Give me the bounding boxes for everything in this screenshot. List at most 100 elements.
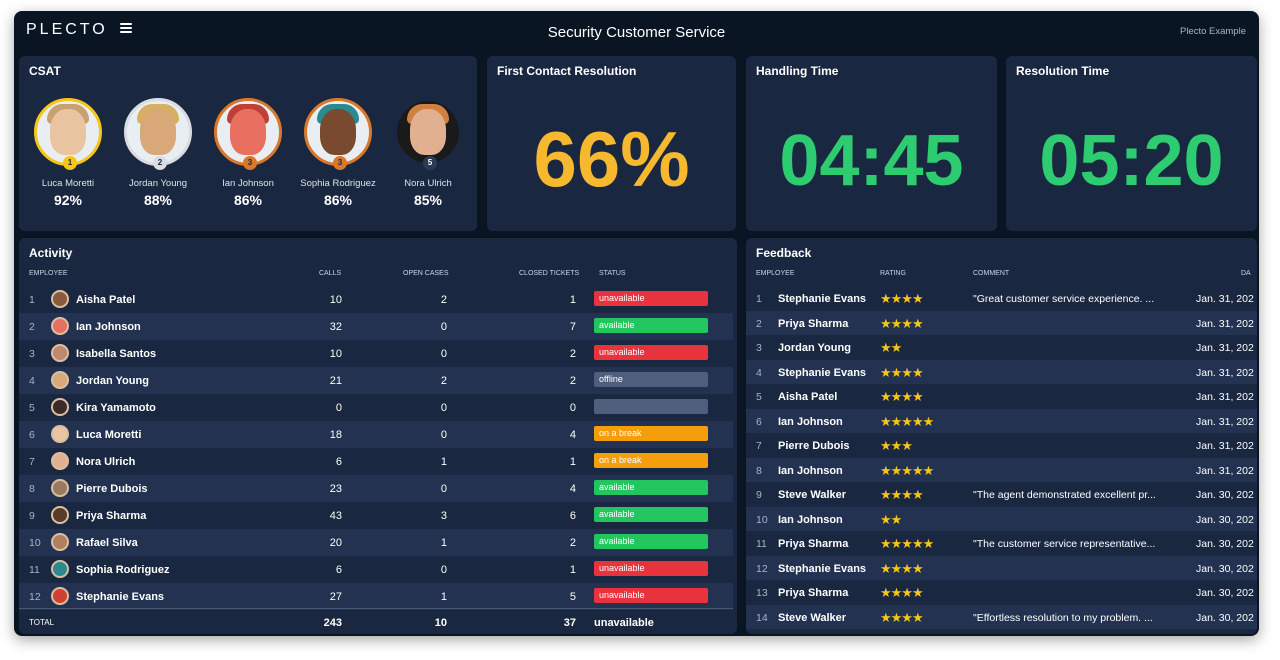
table-row[interactable]: 9 Priya Sharma 43 3 6 available bbox=[19, 502, 733, 529]
date-value: Jan. 30, 202 bbox=[1196, 513, 1254, 526]
calls-value: 20 bbox=[329, 537, 342, 549]
handling-time-title: Handling Time bbox=[756, 64, 839, 78]
table-row[interactable]: 1 Stephanie Evans ★★★★ "Great customer serv… bbox=[746, 286, 1257, 311]
col-open-cases[interactable]: OPEN CASES bbox=[403, 270, 449, 277]
date-value: Jan. 31, 202 bbox=[1196, 366, 1254, 379]
row-number: 8 bbox=[756, 464, 762, 477]
csat-title: CSAT bbox=[29, 64, 61, 78]
csat-percent: 92% bbox=[53, 192, 83, 208]
employee-name: Steve Walker bbox=[778, 489, 847, 501]
table-row[interactable]: 7 Nora Ulrich 6 1 1 on a break bbox=[19, 448, 733, 475]
row-number: 5 bbox=[756, 391, 762, 403]
open-cases-value: 3 bbox=[440, 510, 447, 522]
total-status: unavailable bbox=[594, 617, 654, 629]
table-row[interactable]: 8 Ian Johnson ★★★★★ Jan. 31, 202 bbox=[746, 457, 1257, 482]
employee-name: Priya Sharma bbox=[778, 587, 849, 599]
table-row[interactable]: 2 Ian Johnson 32 0 7 available bbox=[19, 313, 733, 340]
fb-col-date[interactable]: DA bbox=[1241, 270, 1251, 277]
table-row[interactable]: 3 Isabella Santos 10 0 2 unavailable bbox=[19, 340, 733, 367]
table-row[interactable]: 11 Sophia Rodriguez 6 0 1 unavailable bbox=[19, 556, 733, 583]
row-number: 1 bbox=[29, 294, 35, 306]
table-row[interactable]: 11 Priya Sharma ★★★★★ "The customer service… bbox=[746, 531, 1257, 556]
table-row[interactable]: 12 Stephanie Evans ★★★★ Jan. 30, 202 bbox=[746, 555, 1257, 580]
employee-name: Aisha Patel bbox=[76, 294, 136, 306]
comment-text[interactable]: "Great customer service experience. ... bbox=[973, 293, 1163, 305]
table-row[interactable]: 1 Aisha Patel 10 2 1 unavailable bbox=[19, 286, 733, 313]
rating-stars: ★★ bbox=[880, 340, 902, 355]
open-cases-value: 0 bbox=[440, 483, 447, 495]
rating-stars: ★★★★ bbox=[880, 364, 924, 380]
date-value: Jan. 31, 202 bbox=[1196, 464, 1254, 477]
comment-text[interactable]: "The customer service representative... bbox=[973, 538, 1163, 550]
employee-name: Sophia Rodriguez bbox=[76, 564, 170, 576]
col-calls[interactable]: CALLS bbox=[319, 270, 341, 277]
avatar-face bbox=[320, 109, 356, 155]
date-value: Jan. 31, 202 bbox=[1196, 342, 1254, 354]
employee-name: Ian Johnson bbox=[778, 513, 843, 526]
csat-name: Luca Moretti bbox=[41, 178, 95, 189]
employee-name: Ian Johnson bbox=[778, 464, 843, 477]
table-row[interactable]: 4 Stephanie Evans ★★★★ Jan. 31, 202 bbox=[746, 359, 1257, 384]
calls-value: 6 bbox=[335, 564, 342, 576]
date-value: Jan. 30, 202 bbox=[1196, 587, 1254, 599]
row-number: 14 bbox=[756, 611, 768, 624]
table-row[interactable]: 3 Jordan Young ★★ Jan. 31, 202 bbox=[746, 335, 1257, 360]
comment-text[interactable]: "Effortless resolution to my problem. ..… bbox=[973, 612, 1163, 624]
table-row[interactable]: 6 Ian Johnson ★★★★★ Jan. 31, 202 bbox=[746, 408, 1257, 433]
rating-stars: ★★★★ bbox=[880, 560, 924, 576]
closed-tickets-value: 2 bbox=[569, 537, 576, 549]
open-cases-value: 0 bbox=[440, 564, 447, 576]
csat-percent: 85% bbox=[413, 192, 443, 208]
closed-tickets-value: 5 bbox=[569, 591, 576, 603]
table-row[interactable]: 6 Luca Moretti 18 0 4 on a break bbox=[19, 421, 733, 448]
table-row[interactable]: 2 Priya Sharma ★★★★ Jan. 31, 202 bbox=[746, 310, 1257, 335]
fb-col-employee[interactable]: EMPLOYEE bbox=[756, 270, 795, 277]
csat-person: 3 Ian Johnson 86% bbox=[205, 98, 291, 208]
rating-stars: ★★★★★ bbox=[880, 536, 934, 551]
date-value: Jan. 30, 202 bbox=[1196, 562, 1254, 575]
date-value: Jan. 31, 202 bbox=[1196, 391, 1254, 403]
table-row[interactable]: 5 Aisha Patel ★★★★ Jan. 31, 202 bbox=[746, 384, 1257, 409]
table-row[interactable]: 10 Ian Johnson ★★ Jan. 30, 202 bbox=[746, 506, 1257, 531]
avatar bbox=[51, 290, 69, 308]
row-number: 11 bbox=[29, 564, 40, 576]
rank-badge: 3 bbox=[333, 156, 347, 170]
table-row[interactable]: 10 Rafael Silva 20 1 2 available bbox=[19, 529, 733, 556]
avatar: 1 bbox=[34, 98, 102, 170]
avatar: 2 bbox=[124, 98, 192, 170]
col-status[interactable]: STATUS bbox=[599, 270, 626, 277]
col-employee[interactable]: EMPLOYEE bbox=[29, 270, 68, 277]
csat-person: 2 Jordan Young 88% bbox=[115, 98, 201, 208]
open-cases-value: 2 bbox=[440, 294, 447, 306]
table-row[interactable]: 5 Kira Yamamoto 0 0 0 bbox=[19, 394, 733, 421]
table-row[interactable]: 9 Steve Walker ★★★★ "The agent demonstrated… bbox=[746, 482, 1257, 507]
closed-tickets-value: 1 bbox=[569, 294, 576, 306]
fb-col-comment[interactable]: COMMENT bbox=[973, 270, 1009, 277]
comment-text[interactable]: "The agent demonstrated excellent pr... bbox=[973, 489, 1163, 501]
table-row[interactable]: 14 Steve Walker ★★★★ "Effortless resolution… bbox=[746, 604, 1257, 629]
closed-tickets-value: 6 bbox=[569, 510, 576, 522]
rating-stars: ★★★★ bbox=[880, 315, 924, 331]
table-row[interactable]: 4 Jordan Young 21 2 2 offline bbox=[19, 367, 733, 394]
csat-name: Nora Ulrich bbox=[404, 178, 452, 189]
employee-name: Stephanie Evans bbox=[778, 562, 867, 575]
closed-tickets-value: 4 bbox=[569, 483, 576, 495]
avatar bbox=[51, 317, 69, 335]
activity-title: Activity bbox=[29, 246, 73, 260]
avatar bbox=[51, 533, 69, 551]
row-number: 12 bbox=[29, 591, 41, 603]
employee-name: Stephanie Evans bbox=[76, 591, 165, 603]
fb-col-rating[interactable]: RATING bbox=[880, 270, 906, 277]
table-row[interactable]: 8 Pierre Dubois 23 0 4 available bbox=[19, 475, 733, 502]
table-row[interactable]: 12 Stephanie Evans 27 1 5 unavailable bbox=[19, 583, 733, 610]
feedback-title: Feedback bbox=[756, 246, 812, 260]
employee-name: Ian Johnson bbox=[778, 415, 843, 428]
table-row[interactable]: 13 Priya Sharma ★★★★ Jan. 30, 202 bbox=[746, 580, 1257, 605]
table-row[interactable]: 7 Pierre Dubois ★★★ Jan. 31, 202 bbox=[746, 433, 1257, 458]
top-bar: PLECTO Security Customer Service Plecto … bbox=[14, 11, 1259, 55]
col-closed-tickets[interactable]: CLOSED TICKETS bbox=[519, 270, 579, 277]
activity-table-header: EMPLOYEE CALLS OPEN CASES CLOSED TICKETS… bbox=[29, 270, 727, 284]
status-badge: unavailable bbox=[594, 291, 708, 306]
rating-stars: ★★ bbox=[880, 511, 902, 527]
total-row: TOTAL 243 10 37 unavailable bbox=[19, 608, 733, 632]
